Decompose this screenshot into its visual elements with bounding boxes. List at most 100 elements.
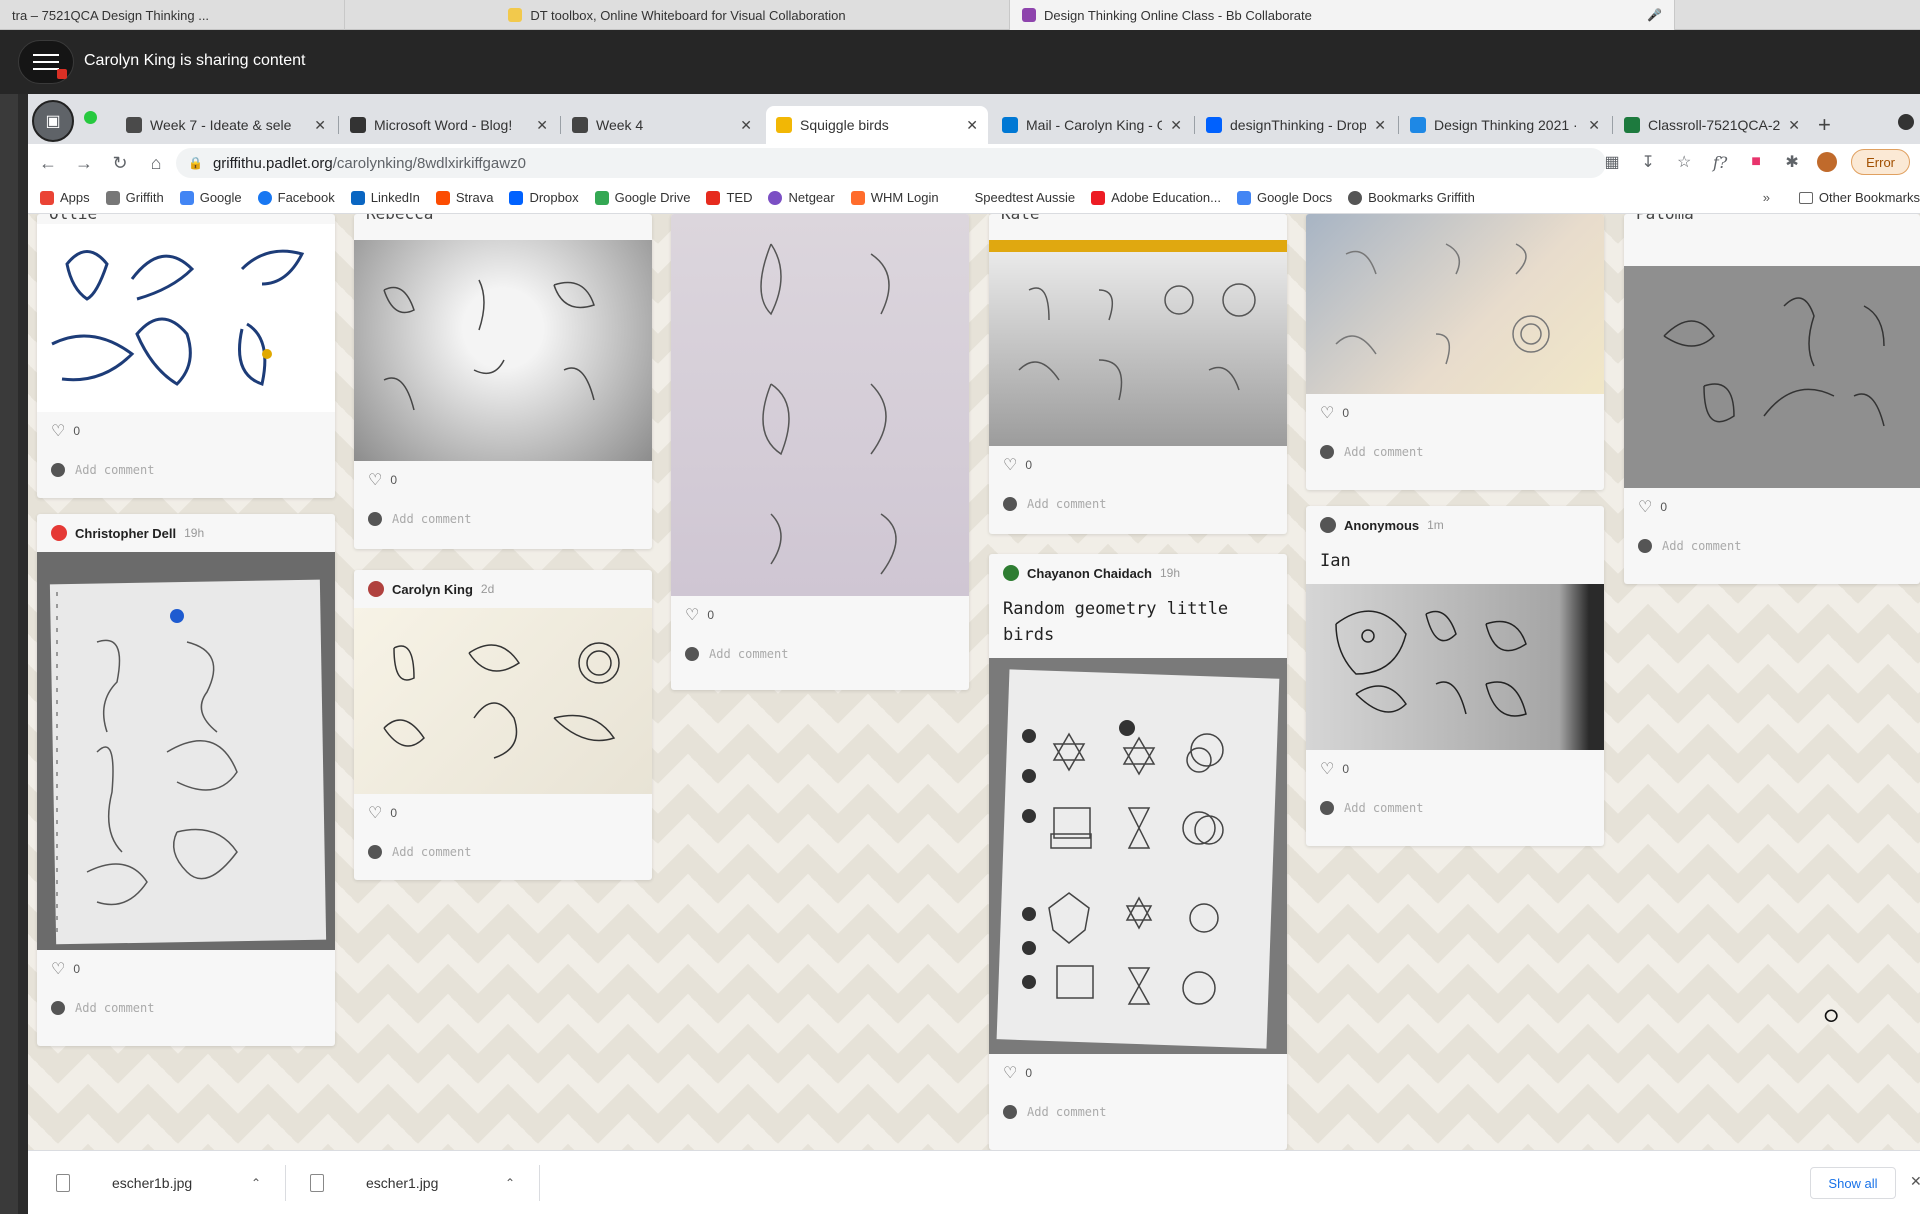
add-comment-field[interactable]: Add comment: [989, 484, 1287, 524]
heart-icon[interactable]: ♡: [685, 605, 699, 625]
calendar-extension-icon[interactable]: ■: [1745, 153, 1767, 171]
star-icon[interactable]: ☆: [1673, 152, 1695, 172]
post-card-kate[interactable]: Kate ♡0 Add comment: [989, 214, 1287, 534]
add-comment-field[interactable]: Add comment: [1306, 432, 1604, 472]
menu-button[interactable]: [18, 40, 74, 84]
browser-tab-squiggle-birds[interactable]: Squiggle birds ✕: [766, 106, 988, 144]
screen-share-icon[interactable]: ▣: [32, 100, 74, 142]
heart-icon[interactable]: ♡: [1003, 455, 1017, 475]
close-icon[interactable]: ✕: [1170, 117, 1182, 134]
add-comment-field[interactable]: Add comment: [1306, 788, 1604, 828]
post-image-blue-birds[interactable]: [37, 224, 335, 412]
post-image-grey-birds[interactable]: [1624, 266, 1920, 488]
new-tab-plus-icon[interactable]: +: [1818, 112, 1831, 138]
browser-tab-week4[interactable]: Week 4 ✕: [562, 106, 762, 144]
bookmark-bookmarks-griffith[interactable]: Bookmarks Griffith: [1348, 190, 1475, 205]
outer-tab-dt-toolbox[interactable]: DT toolbox, Online Whiteboard for Visual…: [345, 0, 1010, 30]
post-image-notebook-birds[interactable]: [37, 552, 335, 950]
post-card-christopher-dell[interactable]: Christopher Dell 19h ♡ 0 Add comment: [37, 514, 335, 1046]
home-icon[interactable]: ⌂: [138, 153, 174, 174]
close-icon[interactable]: ✕: [314, 117, 326, 134]
heart-icon[interactable]: ♡: [368, 470, 382, 490]
bookmark-ted[interactable]: TED: [706, 190, 752, 205]
close-icon[interactable]: ✕: [1374, 117, 1386, 134]
tab-search-icon[interactable]: [1898, 114, 1914, 130]
puzzle-extensions-icon[interactable]: ✱: [1781, 152, 1803, 172]
post-image-light-birds[interactable]: [1306, 214, 1604, 394]
post-card-column5[interactable]: ♡ 0 Add comment: [1306, 214, 1604, 490]
post-card-ollie[interactable]: Ollie ♡0 Add comment: [37, 214, 335, 498]
close-icon[interactable]: ✕: [966, 117, 978, 134]
heart-icon[interactable]: ♡: [51, 421, 65, 441]
chevron-up-icon[interactable]: ⌃: [251, 1176, 261, 1190]
post-image-lined-paper-birds[interactable]: [354, 240, 652, 461]
browser-tab-dropbox[interactable]: designThinking - Dropl ✕: [1196, 106, 1396, 144]
download-icon[interactable]: ↧: [1637, 152, 1659, 172]
outer-tab-7521qca[interactable]: tra – 7521QCA Design Thinking ...: [0, 0, 345, 30]
heart-icon[interactable]: ♡: [51, 959, 65, 979]
post-card-rebecca[interactable]: Rebecca ♡0 Add comment: [354, 214, 652, 549]
profile-avatar-icon[interactable]: [1817, 152, 1838, 172]
bookmark-whm-login[interactable]: WHM Login: [850, 190, 939, 205]
close-icon[interactable]: ✕: [1910, 1173, 1920, 1190]
close-icon[interactable]: ✕: [740, 117, 752, 134]
bookmark-google-drive[interactable]: Google Drive: [594, 190, 690, 205]
reload-icon[interactable]: ↻: [102, 153, 138, 174]
heart-icon[interactable]: ♡: [368, 803, 382, 823]
outer-tab-collaborate[interactable]: Design Thinking Online Class - Bb Collab…: [1010, 0, 1675, 30]
add-comment-field[interactable]: Add comment: [37, 450, 335, 490]
browser-tab-week7[interactable]: Week 7 - Ideate & sele ✕: [116, 106, 336, 144]
post-image-ink-birds[interactable]: [1306, 584, 1604, 750]
formula-extension-icon[interactable]: f?: [1709, 153, 1731, 172]
add-comment-field[interactable]: Add comment: [1624, 526, 1920, 566]
bookmark-facebook[interactable]: Facebook: [257, 190, 335, 205]
bookmark-apps[interactable]: Apps: [40, 190, 90, 205]
address-bar[interactable]: 🔒 griffithu.padlet.org/carolynking/8wdlx…: [176, 148, 1606, 178]
add-comment-field[interactable]: Add comment: [354, 832, 652, 872]
bookmark-dropbox[interactable]: Dropbox: [509, 190, 579, 205]
browser-tab-onedrive[interactable]: Design Thinking 2021 · ✕: [1400, 106, 1610, 144]
close-icon[interactable]: ✕: [1788, 117, 1800, 134]
chevron-up-icon[interactable]: ⌃: [505, 1176, 515, 1190]
bookmark-linkedin[interactable]: LinkedIn: [350, 190, 420, 205]
bookmarks-overflow-chevron-icon[interactable]: »: [1763, 190, 1770, 205]
heart-icon[interactable]: ♡: [1638, 497, 1652, 517]
close-icon[interactable]: ✕: [1588, 117, 1600, 134]
heart-icon[interactable]: ♡: [1320, 403, 1334, 423]
heart-icon[interactable]: ♡: [1003, 1063, 1017, 1083]
qr-code-icon[interactable]: ▦: [1601, 152, 1623, 172]
post-card-paloma[interactable]: Paloma ♡0 Add comment: [1624, 214, 1920, 584]
bookmark-google[interactable]: Google: [179, 190, 242, 205]
add-comment-field[interactable]: Add comment: [354, 499, 652, 539]
post-image-geometry-birds[interactable]: [989, 658, 1287, 1054]
download-item-escher1[interactable]: escher1.jpg ⌃: [290, 1165, 540, 1201]
heart-icon[interactable]: ♡: [1320, 759, 1334, 779]
bookmark-griffith[interactable]: Griffith: [105, 190, 164, 205]
browser-tab-classroll[interactable]: Classroll-7521QCA-20 ✕: [1614, 106, 1810, 144]
bookmark-speedtest[interactable]: Speedtest Aussie: [954, 190, 1075, 205]
download-item-escher1b[interactable]: escher1b.jpg ⌃: [36, 1165, 286, 1201]
forward-arrow-icon[interactable]: →: [66, 153, 102, 174]
back-arrow-icon[interactable]: ←: [30, 153, 66, 174]
add-comment-field[interactable]: Add comment: [989, 1092, 1287, 1132]
add-comment-field[interactable]: Add comment: [37, 988, 335, 1028]
microphone-icon[interactable]: 🎤: [1647, 8, 1662, 22]
bookmark-google-docs[interactable]: Google Docs: [1236, 190, 1332, 205]
post-card-chayanon-chaidach[interactable]: Chayanon Chaidach 19h Random geometry li…: [989, 554, 1287, 1150]
bookmark-netgear[interactable]: Netgear: [768, 190, 835, 205]
error-button[interactable]: Error: [1851, 149, 1910, 175]
post-image-squiggle-birds[interactable]: [354, 608, 652, 794]
add-comment-field[interactable]: Add comment: [671, 634, 969, 674]
close-icon[interactable]: ✕: [536, 117, 548, 134]
show-all-button[interactable]: Show all: [1810, 1167, 1896, 1199]
post-card-column3[interactable]: ♡ 0 Add comment: [671, 214, 969, 690]
other-bookmarks[interactable]: Other Bookmarks: [1798, 190, 1920, 205]
bookmark-strava[interactable]: Strava: [435, 190, 493, 205]
post-card-carolyn-king[interactable]: Carolyn King 2d ♡ 0 Add comment: [354, 570, 652, 880]
browser-tab-word[interactable]: Microsoft Word - Blog! ✕: [340, 106, 558, 144]
post-image-pencil-birds[interactable]: [671, 214, 969, 596]
post-image-shadow-birds[interactable]: [989, 240, 1287, 446]
bookmark-adobe-education[interactable]: Adobe Education...: [1091, 190, 1221, 205]
window-maximize-dot[interactable]: [84, 111, 97, 124]
post-card-anonymous-ian[interactable]: Anonymous 1m Ian ♡ 0 Add comment: [1306, 506, 1604, 846]
